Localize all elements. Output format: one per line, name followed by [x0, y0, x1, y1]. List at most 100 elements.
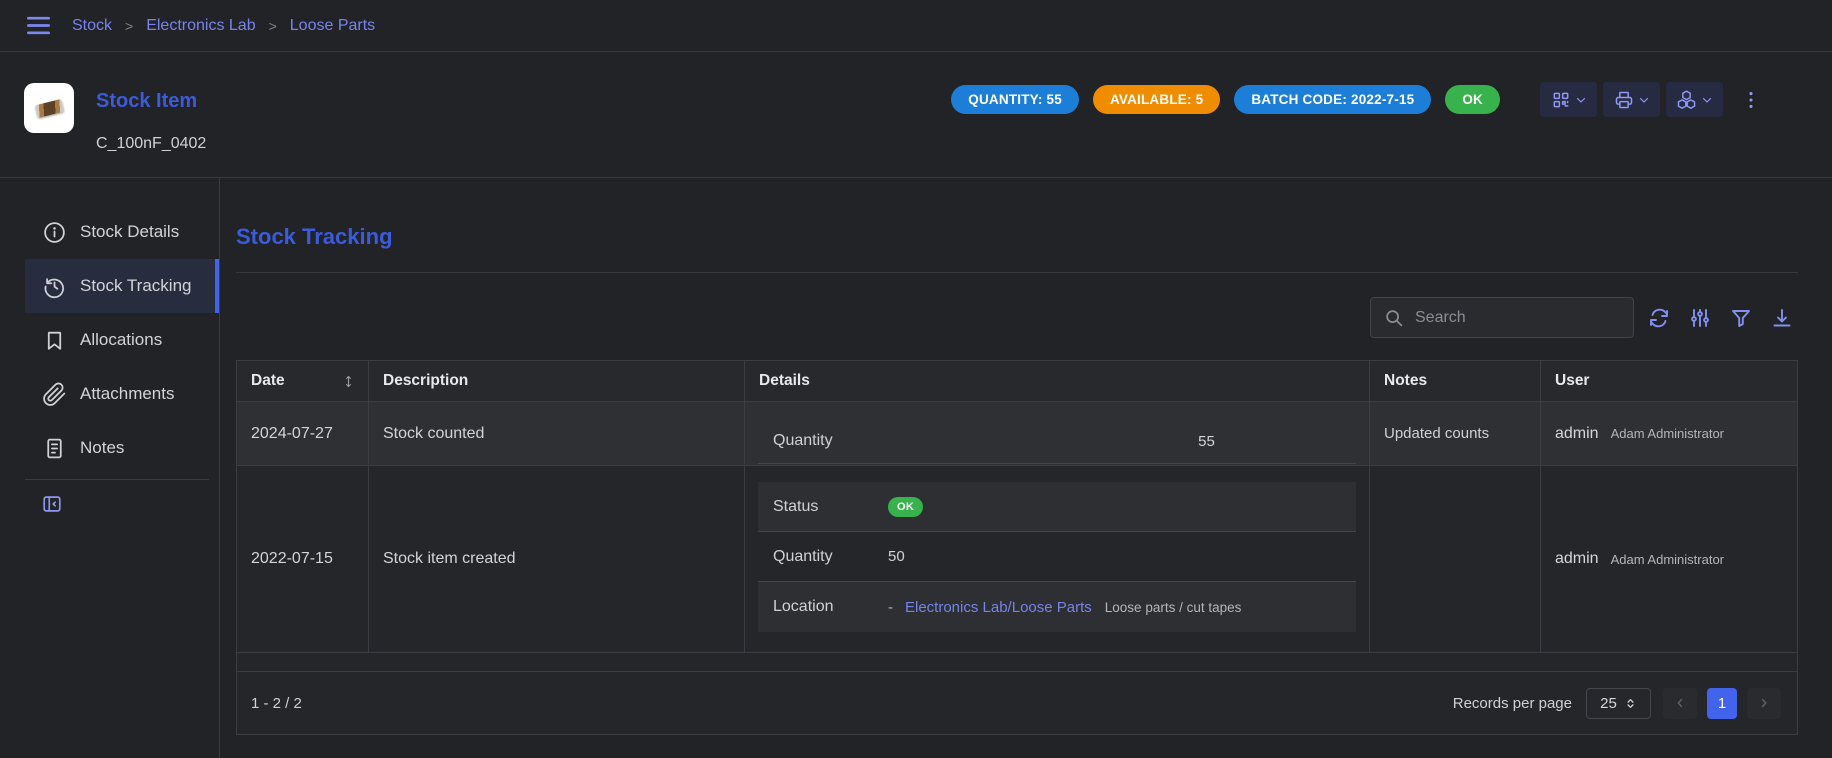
sidebar-item-label: Stock Details — [80, 222, 179, 242]
breadcrumb-electronics-lab[interactable]: Electronics Lab — [146, 17, 255, 35]
column-header-date[interactable]: Date — [237, 361, 369, 401]
cell-user: admin Adam Administrator — [1541, 466, 1797, 652]
column-label: User — [1555, 372, 1589, 390]
table-options-button[interactable] — [1688, 306, 1712, 330]
column-label: Notes — [1384, 372, 1427, 390]
table-row: 2022-07-15 Stock item created Status OK … — [237, 466, 1797, 653]
download-button[interactable] — [1770, 306, 1794, 330]
cell-notes — [1370, 466, 1541, 652]
toolbar-icons — [1647, 306, 1794, 330]
previous-page-button[interactable] — [1663, 688, 1697, 719]
breadcrumb-separator: > — [269, 18, 277, 34]
column-label: Details — [759, 372, 810, 390]
chevron-down-icon — [1575, 94, 1587, 106]
print-actions-button[interactable] — [1603, 82, 1660, 117]
available-badge: AVAILABLE: 5 — [1093, 85, 1220, 114]
content-area: Stock Details Stock Tracking Allocations… — [0, 178, 1832, 758]
detail-label: Quantity — [758, 432, 1057, 450]
notes-icon — [42, 436, 67, 461]
detail-row-quantity: Quantity 55 — [758, 419, 1356, 464]
notes-text: Updated counts — [1384, 425, 1489, 442]
barcode-actions-button[interactable] — [1540, 82, 1597, 117]
next-page-button[interactable] — [1747, 688, 1781, 719]
chevron-down-icon — [1638, 94, 1650, 106]
sidebar-collapse-button[interactable] — [41, 493, 63, 515]
cell-date: 2022-07-15 — [237, 466, 369, 652]
detail-row-location: Location - Electronics Lab/Loose Parts L… — [758, 582, 1356, 632]
packages-icon — [1676, 89, 1697, 110]
cell-date: 2024-07-27 — [237, 402, 369, 465]
location-description: Loose parts / cut tapes — [1105, 600, 1242, 615]
more-options-button[interactable] — [1740, 89, 1762, 111]
sidebar-item-stock-details[interactable]: Stock Details — [25, 205, 219, 259]
status-badges: QUANTITY: 55 AVAILABLE: 5 BATCH CODE: 20… — [951, 85, 1500, 114]
info-icon — [42, 220, 67, 245]
title-block: Stock Item C_100nF_0402 — [96, 90, 206, 177]
filter-icon — [1729, 306, 1753, 330]
cell-details: Quantity 55 — [745, 402, 1370, 465]
app-window: Stock > Electronics Lab > Loose Parts St… — [0, 0, 1832, 758]
download-icon — [1770, 306, 1794, 330]
sidebar-item-label: Allocations — [80, 330, 162, 350]
search-box — [1370, 297, 1634, 338]
username: admin — [1555, 425, 1599, 443]
record-range: 1 - 2 / 2 — [251, 695, 302, 712]
sidebar-divider — [25, 479, 209, 480]
page-header: Stock Item C_100nF_0402 QUANTITY: 55 AVA… — [0, 52, 1832, 178]
sidebar-item-allocations[interactable]: Allocations — [25, 313, 219, 367]
breadcrumb-separator: > — [125, 18, 133, 34]
records-per-page-select[interactable]: 25 — [1586, 688, 1651, 719]
location-link[interactable]: Electronics Lab/Loose Parts — [905, 599, 1092, 616]
sidebar: Stock Details Stock Tracking Allocations… — [0, 178, 220, 758]
chevron-right-icon — [1757, 696, 1771, 710]
filter-button[interactable] — [1729, 306, 1753, 330]
stock-operations-button[interactable] — [1666, 82, 1723, 117]
part-thumbnail[interactable] — [24, 83, 74, 133]
cell-description: Stock counted — [369, 402, 745, 465]
sidebar-item-notes[interactable]: Notes — [25, 421, 219, 475]
column-label: Description — [383, 372, 468, 390]
location-dash: - — [888, 599, 893, 616]
detail-value: 50 — [888, 548, 905, 565]
sidebar-item-attachments[interactable]: Attachments — [25, 367, 219, 421]
sidebar-item-label: Notes — [80, 438, 124, 458]
refresh-button[interactable] — [1647, 306, 1671, 330]
status-ok-badge: OK — [888, 497, 923, 517]
sidebar-item-label: Attachments — [80, 384, 175, 404]
breadcrumb-loose-parts[interactable]: Loose Parts — [290, 17, 375, 35]
detail-label: Location — [758, 598, 888, 616]
detail-row-quantity: Quantity 50 — [758, 532, 1356, 582]
panel-title: Stock Tracking — [236, 224, 1798, 250]
column-header-user: User — [1541, 361, 1797, 401]
cell-notes: Updated counts — [1370, 402, 1541, 465]
pager: 1 — [1663, 688, 1781, 719]
action-buttons — [1540, 82, 1723, 117]
breadcrumb-stock[interactable]: Stock — [72, 17, 112, 35]
user-fullname: Adam Administrator — [1611, 552, 1724, 567]
top-navigation-bar: Stock > Electronics Lab > Loose Parts — [0, 0, 1832, 52]
search-input[interactable] — [1415, 309, 1621, 327]
column-label: Date — [251, 372, 285, 390]
page-header-identity: Stock Item C_100nF_0402 — [24, 83, 206, 177]
printer-icon — [1614, 90, 1634, 110]
table-footer: 1 - 2 / 2 Records per page 25 1 — [237, 671, 1797, 734]
detail-row-status: Status OK — [758, 482, 1356, 532]
sort-icon — [341, 374, 356, 389]
cell-details: Status OK Quantity 50 Location - Electro… — [745, 466, 1370, 652]
pagination-controls: Records per page 25 1 — [1453, 688, 1781, 719]
batch-code-badge: BATCH CODE: 2022-7-15 — [1234, 85, 1431, 114]
refresh-icon — [1647, 306, 1671, 330]
bookmark-icon — [42, 328, 67, 353]
page-1-button[interactable]: 1 — [1707, 688, 1737, 719]
cell-description: Stock item created — [369, 466, 745, 652]
hamburger-icon — [25, 12, 52, 39]
search-icon — [1383, 307, 1405, 329]
panel-divider — [236, 272, 1798, 273]
main-panel: Stock Tracking — [220, 178, 1832, 758]
sidebar-item-stock-tracking[interactable]: Stock Tracking — [25, 259, 219, 313]
stock-tracking-table: Date Description Details Notes User 2024… — [236, 360, 1798, 735]
hamburger-menu-button[interactable] — [25, 12, 52, 39]
breadcrumb: Stock > Electronics Lab > Loose Parts — [72, 17, 375, 35]
page-title: Stock Item — [96, 90, 206, 112]
status-ok-badge: OK — [1445, 85, 1500, 114]
